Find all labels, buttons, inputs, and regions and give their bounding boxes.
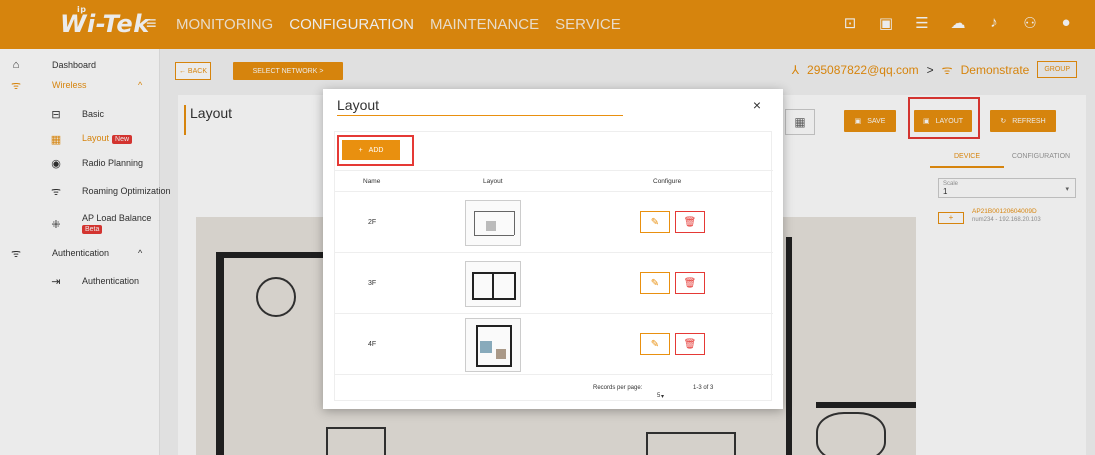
- table-row: 2F ✎ 🗑: [335, 192, 773, 253]
- dialog-title: Layout: [337, 97, 380, 113]
- title-underline: [337, 115, 623, 116]
- table-row: 3F ✎ 🗑: [335, 253, 773, 314]
- delete-icon[interactable]: 🗑: [675, 211, 705, 233]
- edit-icon[interactable]: ✎: [640, 272, 670, 294]
- pagination-range: 1-3 of 3: [693, 385, 714, 391]
- table-row: 4F ✎ 🗑: [335, 314, 773, 375]
- add-layout-button[interactable]: + ADD: [342, 140, 400, 160]
- row-name: 2F: [368, 219, 377, 226]
- column-layout: Layout: [483, 178, 503, 185]
- edit-icon[interactable]: ✎: [640, 211, 670, 233]
- row-name: 4F: [368, 341, 377, 348]
- column-name: Name: [363, 178, 381, 185]
- edit-icon[interactable]: ✎: [640, 333, 670, 355]
- delete-icon[interactable]: 🗑: [675, 272, 705, 294]
- delete-icon[interactable]: 🗑: [675, 333, 705, 355]
- column-configure: Configure: [653, 178, 682, 185]
- layout-table-card: + ADD Name Layout Configure 2F ✎ 🗑 3F ✎ …: [334, 131, 773, 401]
- layout-thumbnail[interactable]: [465, 318, 521, 372]
- dropdown-arrow-icon: ▾: [661, 394, 665, 400]
- close-icon[interactable]: ×: [753, 97, 761, 113]
- plus-icon: +: [358, 146, 363, 154]
- row-name: 3F: [368, 280, 377, 287]
- layout-dialog: Layout × + ADD Name Layout Configure 2F ✎…: [323, 89, 783, 409]
- layout-thumbnail[interactable]: [465, 200, 521, 246]
- table-header: Name Layout Configure: [335, 170, 773, 192]
- records-per-page-label: Records per page:: [593, 385, 643, 391]
- layout-thumbnail[interactable]: [465, 261, 521, 307]
